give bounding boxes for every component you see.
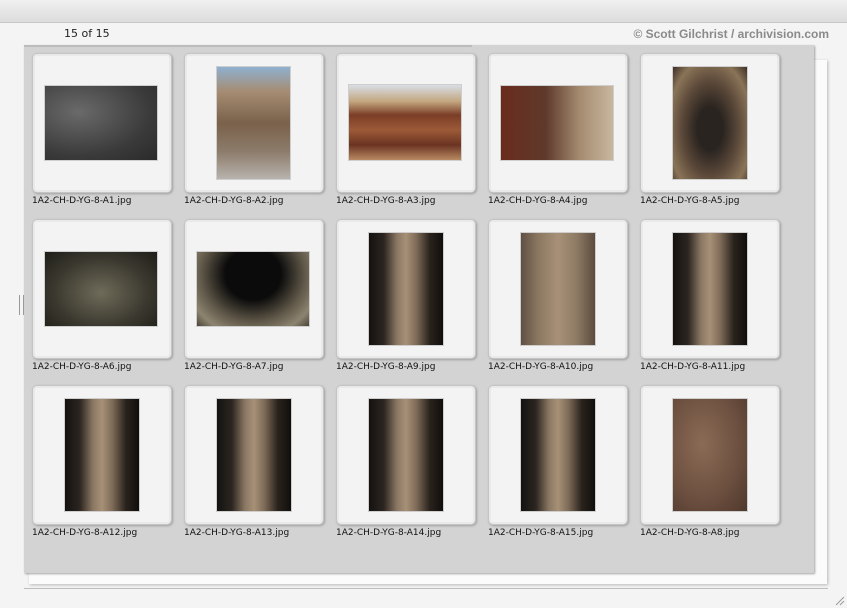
thumbnail-15-filename: 1A2-CH-D-YG-8-A8.jpg: [640, 528, 740, 538]
cave-entrance-photo-icon: [673, 67, 747, 179]
thumbnail-11-filename: 1A2-CH-D-YG-8-A12.jpg: [32, 528, 138, 538]
carved-pillar-photo-icon: [369, 233, 443, 345]
thumbnail-8[interactable]: [336, 219, 476, 359]
thumbnail-3[interactable]: [336, 53, 476, 193]
thumbnail-2-filename: 1A2-CH-D-YG-8-A2.jpg: [184, 196, 284, 206]
thumbnail-9-filename: 1A2-CH-D-YG-8-A10.jpg: [488, 362, 594, 372]
buddha-relief-photo-icon: [45, 252, 157, 326]
thumbnail-10[interactable]: [640, 219, 780, 359]
carved-pillar-photo-icon: [673, 233, 747, 345]
carved-pillar-photo-icon: [521, 399, 595, 511]
carved-pillar-photo-icon: [369, 399, 443, 511]
panel-top-edge: [24, 45, 472, 47]
resize-grip-icon[interactable]: [833, 594, 845, 606]
divider: [24, 588, 828, 589]
thumbnail-6[interactable]: [32, 219, 172, 359]
thumbnail-6-filename: 1A2-CH-D-YG-8-A6.jpg: [32, 362, 132, 372]
cave-ceiling-photo-icon: [197, 252, 309, 326]
thumbnail-14[interactable]: [488, 385, 628, 525]
thumbnail-12-filename: 1A2-CH-D-YG-8-A13.jpg: [184, 528, 290, 538]
thumbnail-14-filename: 1A2-CH-D-YG-8-A15.jpg: [488, 528, 594, 538]
thumbnail-7[interactable]: [184, 219, 324, 359]
thumbnail-15[interactable]: [640, 385, 780, 525]
thumbnail-2[interactable]: [184, 53, 324, 193]
thumbnail-12[interactable]: [184, 385, 324, 525]
thumbnail-5-filename: 1A2-CH-D-YG-8-A5.jpg: [640, 196, 740, 206]
carved-pillar-photo-icon: [217, 399, 291, 511]
thumbnail-10-filename: 1A2-CH-D-YG-8-A11.jpg: [640, 362, 746, 372]
carved-pillar-photo-icon: [521, 233, 595, 345]
temple-entrance-photo-icon: [501, 86, 613, 160]
thumbnail-4-filename: 1A2-CH-D-YG-8-A4.jpg: [488, 196, 588, 206]
carved-wall-photo-icon: [673, 399, 747, 511]
thumbnail-1[interactable]: [32, 53, 172, 193]
thumbnail-9[interactable]: [488, 219, 628, 359]
cliff-pavilion-photo-icon: [217, 67, 290, 179]
thumbnail-5[interactable]: [640, 53, 780, 193]
image-counter: 15 of 15: [64, 27, 110, 40]
wooden-pavilion-photo-icon: [349, 85, 461, 160]
thumbnail-13[interactable]: [336, 385, 476, 525]
stone-plaque-photo-icon: [45, 86, 157, 160]
thumbnail-4[interactable]: [488, 53, 628, 193]
window-title-bar: [0, 0, 847, 23]
thumbnail-11[interactable]: [32, 385, 172, 525]
thumbnail-13-filename: 1A2-CH-D-YG-8-A14.jpg: [336, 528, 442, 538]
carved-pillar-photo-icon: [65, 399, 139, 511]
split-handle[interactable]: [19, 295, 24, 315]
copyright-credit: © Scott Gilchrist / archivision.com: [633, 27, 829, 41]
thumbnail-8-filename: 1A2-CH-D-YG-8-A9.jpg: [336, 362, 436, 372]
thumbnail-7-filename: 1A2-CH-D-YG-8-A7.jpg: [184, 362, 284, 372]
thumbnail-1-filename: 1A2-CH-D-YG-8-A1.jpg: [32, 196, 132, 206]
thumbnail-3-filename: 1A2-CH-D-YG-8-A3.jpg: [336, 196, 436, 206]
